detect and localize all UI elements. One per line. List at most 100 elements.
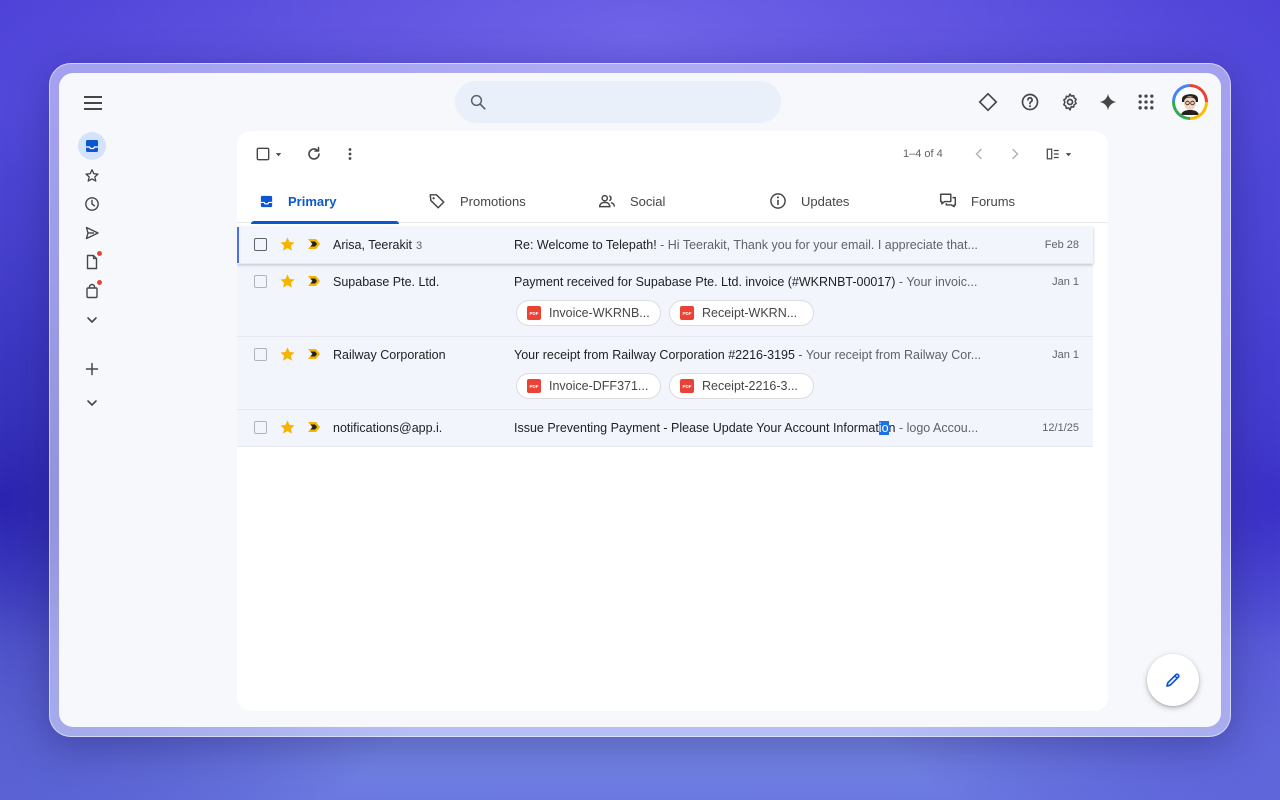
email-row[interactable]: Arisa, Teerakit 3 Re: Welcome to Telepath…: [237, 227, 1093, 264]
tab-label: Social: [630, 193, 666, 209]
settings-button[interactable]: [1058, 90, 1082, 114]
sidebar-item-purchases[interactable]: [78, 277, 106, 305]
search-input[interactable]: [497, 94, 757, 110]
tab-social[interactable]: Social: [582, 179, 742, 223]
tab-label: Updates: [801, 193, 850, 209]
avatar-image: [1175, 87, 1205, 117]
email-date: Jan 1: [1052, 276, 1079, 288]
email-row[interactable]: Railway Corporation Your receipt from Ra…: [237, 337, 1093, 410]
help-icon: [1021, 93, 1039, 111]
caret-down-icon: [275, 152, 281, 156]
email-snippet: - Your receipt from Railway Cor...: [794, 348, 982, 362]
email-date: Feb 28: [1044, 239, 1079, 251]
create-label-button[interactable]: [78, 355, 106, 383]
star-icon[interactable]: [279, 273, 296, 290]
attachment-name: Receipt-WKRN...: [702, 306, 798, 320]
people-icon: [598, 194, 616, 208]
search-icon: [470, 94, 486, 110]
tab-promotions[interactable]: Promotions: [412, 179, 572, 223]
star-icon[interactable]: [279, 236, 296, 253]
sidebar-item-starred[interactable]: [78, 162, 106, 190]
important-marker-icon[interactable]: [307, 421, 321, 433]
sidebar-item-snoozed[interactable]: [78, 190, 106, 218]
sidebar-more-button[interactable]: [78, 306, 106, 334]
star-icon[interactable]: [279, 419, 296, 436]
email-snippet: - logo Accou...: [895, 421, 979, 435]
email-list: Arisa, Teerakit 3 Re: Welcome to Telepath…: [237, 227, 1093, 447]
row-checkbox[interactable]: [254, 238, 267, 251]
refresh-icon: [308, 146, 320, 160]
pdf-icon: PDF: [680, 379, 694, 393]
refresh-button[interactable]: [303, 143, 325, 165]
inbox-icon: [260, 195, 273, 207]
more-actions-button[interactable]: [340, 143, 360, 165]
newer-page-button[interactable]: [969, 143, 989, 165]
drafts-badge: [96, 250, 103, 257]
attachment-chips: PDF Invoice-WKRNB... PDF Receipt-WKRN...: [237, 300, 1093, 336]
apps-grid-icon: [1138, 94, 1154, 110]
labels-expand-button[interactable]: [78, 389, 106, 417]
older-page-button[interactable]: [1005, 143, 1025, 165]
tab-primary[interactable]: Primary: [243, 179, 403, 224]
main-menu-button[interactable]: [79, 89, 107, 117]
send-icon: [85, 226, 99, 240]
attachment-chip[interactable]: PDF Invoice-DFF371...: [516, 373, 661, 399]
email-date: 12/1/25: [1042, 422, 1079, 434]
pagination-count: 1–4 of 4: [903, 148, 943, 160]
tab-forums[interactable]: Forums: [923, 179, 1083, 223]
attachment-chip[interactable]: PDF Invoice-WKRNB...: [516, 300, 661, 326]
forum-icon: [939, 193, 957, 208]
compose-button[interactable]: [1147, 654, 1199, 706]
user-face-icon: [1181, 94, 1199, 115]
clock-icon: [85, 197, 99, 211]
star-icon[interactable]: [279, 346, 296, 363]
sidebar-item-drafts[interactable]: [78, 248, 106, 276]
sidebar-item-inbox[interactable]: [78, 132, 106, 160]
tab-label: Primary: [288, 193, 337, 209]
attachment-chip[interactable]: PDF Receipt-WKRN...: [669, 300, 814, 326]
search-bar[interactable]: [455, 81, 781, 123]
pdf-icon: PDF: [680, 306, 694, 320]
text-selection-highlight: io: [878, 421, 889, 435]
apps-button[interactable]: [1134, 90, 1158, 114]
email-subject: Re: Welcome to Telepath!: [514, 238, 657, 252]
email-subject: Issue Preventing Payment - Please Update…: [514, 421, 896, 435]
email-row[interactable]: Supabase Pte. Ltd. Payment received for …: [237, 264, 1093, 337]
plus-icon: [85, 362, 99, 376]
mail-window: 1–4 of 4 Primary Promotions Social Updat…: [59, 73, 1221, 727]
email-subject-line: Re: Welcome to Telepath! - Hi Teerakit, …: [514, 238, 994, 252]
sparkle-icon: [1099, 93, 1117, 111]
status-button[interactable]: [976, 90, 1000, 114]
list-toolbar: 1–4 of 4: [237, 131, 1108, 177]
gemini-button[interactable]: [1096, 90, 1120, 114]
email-date: Jan 1: [1052, 349, 1079, 361]
split-pane-toggle[interactable]: [1043, 143, 1075, 165]
row-checkbox[interactable]: [254, 348, 267, 361]
sidebar-item-sent[interactable]: [78, 219, 106, 247]
more-vert-icon: [348, 148, 352, 160]
tab-updates[interactable]: Updates: [753, 179, 913, 223]
help-button[interactable]: [1018, 90, 1042, 114]
email-row[interactable]: notifications@app.i. Issue Preventing Pa…: [237, 410, 1093, 447]
attachment-chip[interactable]: PDF Receipt-2216-3...: [669, 373, 814, 399]
email-subject-line: Payment received for Supabase Pte. Ltd. …: [514, 275, 994, 289]
attachment-name: Invoice-WKRNB...: [549, 306, 650, 320]
select-all-button[interactable]: [253, 143, 285, 165]
checkbox-icon: [256, 147, 269, 161]
tab-label: Promotions: [460, 193, 526, 209]
purchases-badge: [96, 279, 103, 286]
email-subject: Your receipt from Railway Corporation #2…: [514, 348, 795, 362]
pdf-icon: PDF: [527, 379, 541, 393]
info-icon: [770, 193, 786, 209]
row-checkbox[interactable]: [254, 421, 267, 434]
attachment-name: Receipt-2216-3...: [702, 379, 798, 393]
account-avatar[interactable]: [1172, 84, 1208, 120]
important-marker-icon[interactable]: [307, 348, 321, 360]
important-marker-icon[interactable]: [307, 238, 321, 250]
pdf-icon: PDF: [527, 306, 541, 320]
important-marker-icon[interactable]: [307, 275, 321, 287]
attachment-chips: PDF Invoice-DFF371... PDF Receipt-2216-3..…: [237, 373, 1093, 409]
row-checkbox[interactable]: [254, 275, 267, 288]
pencil-icon: [1166, 673, 1180, 687]
diamond-icon: [978, 92, 998, 112]
